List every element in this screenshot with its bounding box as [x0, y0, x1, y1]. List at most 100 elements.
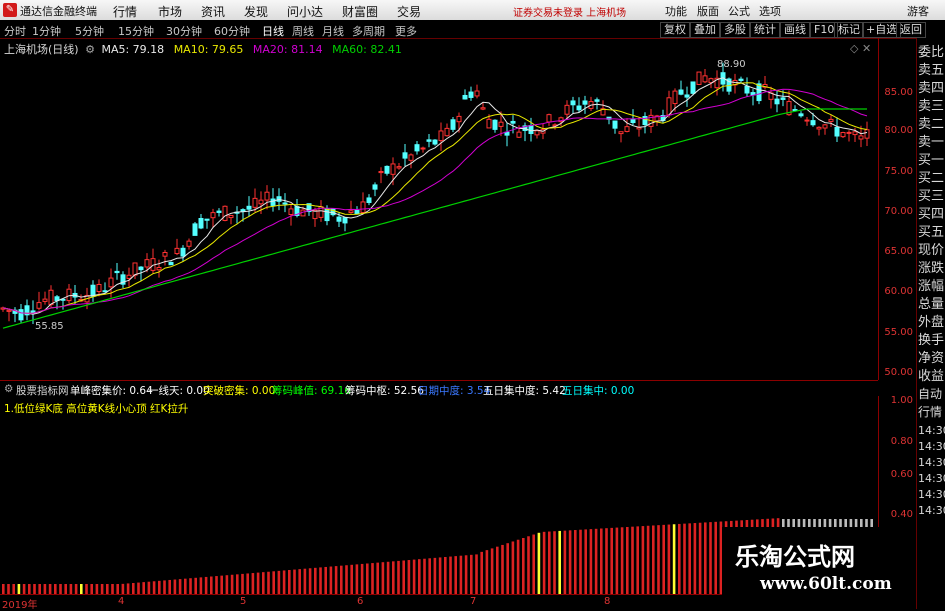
candle-body [780, 97, 786, 100]
quote-label[interactable]: 卖三 [918, 98, 944, 115]
chart-info-line: 上海机场(日线) ⚙ MA5: 79.18 MA10: 79.65 MA20: … [4, 41, 402, 57]
indicator-bar [95, 584, 99, 594]
indicator-bar [267, 571, 270, 594]
quote-label[interactable]: 买二 [918, 170, 944, 187]
ma10-label: MA10: 79.65 [173, 43, 244, 56]
indicator-bar [584, 529, 587, 594]
candle-body [852, 131, 858, 136]
indicator-tick: 0.40 [890, 509, 913, 520]
indicator-bar [449, 556, 452, 594]
period-timeshare[interactable]: 分时 [4, 23, 26, 39]
indicator-bar [80, 584, 83, 594]
quote-label[interactable]: 涨跌 [918, 260, 944, 277]
quote-label[interactable]: 卖二 [918, 116, 944, 133]
indicator-header: ⚙ 股票指标网 单峰密集价: 0.64 一线天: 0.00 突破密集: 0.00… [0, 380, 878, 397]
quote-label[interactable]: 外盘 [918, 314, 944, 331]
menu-quotes[interactable]: 行情 [113, 3, 137, 20]
indicator-bar [168, 579, 171, 594]
indicator-bar [688, 523, 691, 594]
period-more[interactable]: 更多 [395, 23, 417, 39]
indicator-tick: 0.60 [890, 469, 913, 480]
menu-news[interactable]: 资讯 [201, 3, 225, 20]
tool-restore-rights[interactable]: 复权 [660, 22, 690, 38]
period-15min[interactable]: 15分钟 [118, 23, 154, 39]
quote-label[interactable]: 卖五 [918, 62, 944, 79]
tool-mark[interactable]: 标记 [834, 22, 864, 38]
tool-overlay[interactable]: 叠加 [690, 22, 720, 38]
menu-trade[interactable]: 交易 [397, 3, 421, 20]
chart-window-controls[interactable]: ◇ ✕ [850, 42, 871, 55]
period-multi[interactable]: 多周期 [352, 23, 385, 39]
candle-body [114, 270, 120, 274]
indicator-bar [199, 577, 203, 594]
tool-multi-stock[interactable]: 多股 [720, 22, 750, 38]
period-weekly[interactable]: 周线 [292, 23, 314, 39]
auto-quote-label[interactable]: 自动 [918, 386, 942, 403]
indicator-bar [480, 551, 483, 594]
chart-settings-icon[interactable]: ⚙ [85, 43, 95, 56]
menu-formula[interactable]: 公式 [728, 3, 750, 19]
candle-body [246, 205, 252, 210]
menu-ask-xiaoda[interactable]: 问小达 [287, 3, 323, 20]
menu-discover[interactable]: 发现 [244, 3, 268, 20]
candle-body [504, 131, 510, 136]
menu-market[interactable]: 市场 [158, 3, 182, 20]
quote-label[interactable]: 现价 [918, 242, 944, 259]
tool-statistics[interactable]: 统计 [750, 22, 780, 38]
indicator-bar [69, 584, 73, 594]
candle-body [186, 240, 192, 247]
menu-wealth-circle[interactable]: 财富圈 [342, 3, 378, 20]
candle-body [456, 115, 462, 123]
indicator-bar [693, 523, 697, 594]
candle-body [486, 118, 492, 129]
tool-draw-line[interactable]: 画线 [780, 22, 810, 38]
indicator-bar [600, 528, 603, 594]
login-notice[interactable]: 证券交易未登录 上海机场 [513, 4, 626, 19]
menu-function[interactable]: 功能 [665, 3, 687, 19]
indicator-bar [698, 522, 702, 594]
candle-body [96, 283, 102, 293]
indicator-settings-icon[interactable]: ⚙ [4, 383, 13, 395]
menu-layout[interactable]: 版面 [697, 3, 719, 19]
price-tick: 75.00 [884, 166, 913, 177]
quote-label[interactable]: 买三 [918, 188, 944, 205]
tick-time: 14:30 [918, 456, 945, 469]
quote-label[interactable]: 净资 [918, 350, 944, 367]
candle-body [858, 135, 864, 140]
period-60min[interactable]: 60分钟 [214, 23, 250, 39]
tool-back[interactable]: 返回 [896, 22, 926, 38]
menu-guest[interactable]: 游客 [907, 3, 929, 19]
indicator-bar [496, 546, 499, 594]
tick-time: 14:30 [918, 472, 945, 485]
quote-label[interactable]: 买一 [918, 152, 944, 169]
period-monthly[interactable]: 月线 [322, 23, 344, 39]
quote-label[interactable]: 买五 [918, 224, 944, 241]
indicator-bar [568, 530, 572, 594]
candle-body [810, 120, 816, 126]
indicator-bar [537, 532, 541, 594]
period-30min[interactable]: 30分钟 [166, 23, 202, 39]
period-1min[interactable]: 1分钟 [32, 23, 61, 39]
candle-body [372, 184, 378, 190]
period-daily[interactable]: 日线 [262, 23, 284, 39]
quote-label[interactable]: 总量 [918, 296, 944, 313]
period-5min[interactable]: 5分钟 [75, 23, 104, 39]
app-logo-icon: ✎ [3, 3, 17, 17]
quote-label[interactable]: 行情 [918, 404, 942, 421]
indicator-bar [204, 576, 208, 594]
candlestick-chart[interactable]: 88.90 55.85 [0, 38, 878, 380]
quote-label[interactable]: 买四 [918, 206, 944, 223]
quote-label[interactable]: 委比 [918, 44, 944, 61]
quote-label[interactable]: 卖四 [918, 80, 944, 97]
quote-label[interactable]: 卖一 [918, 134, 944, 151]
indicator-bar [620, 527, 624, 594]
tick-time: 14:30 [918, 440, 945, 453]
quote-label[interactable]: 涨幅 [918, 278, 944, 295]
quote-label[interactable]: 收益 [918, 368, 944, 385]
indicator-bar [542, 531, 546, 594]
candle-body [390, 163, 396, 175]
menu-options[interactable]: 选项 [759, 3, 781, 19]
indicator-bar [485, 550, 489, 594]
candle-body [414, 144, 420, 152]
quote-label[interactable]: 换手 [918, 332, 944, 349]
